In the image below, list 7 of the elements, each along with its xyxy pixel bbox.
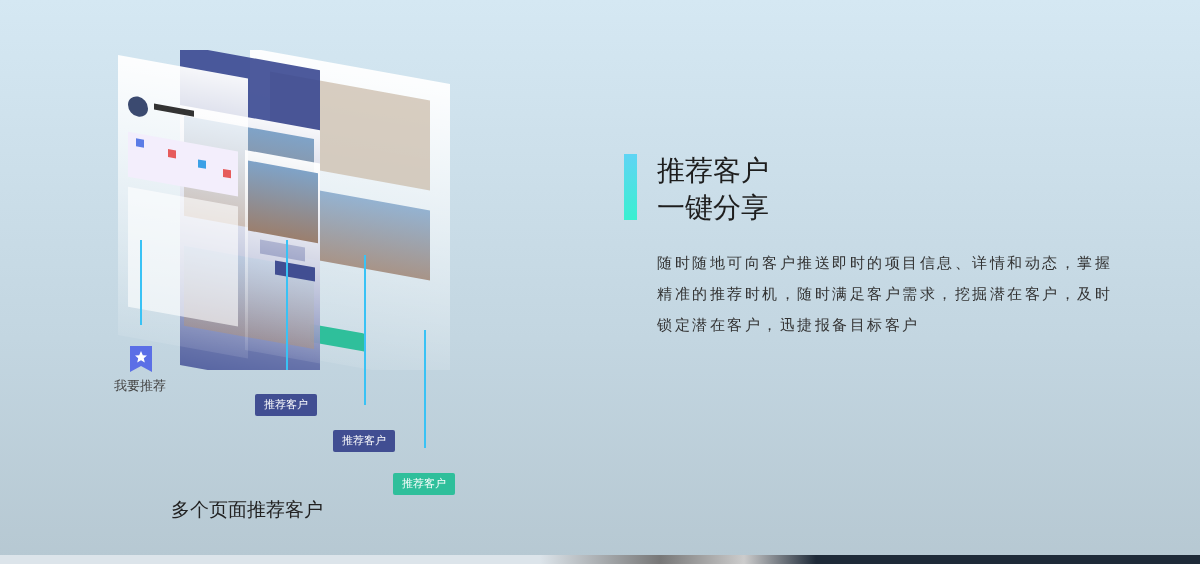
feature-description: 随时随地可向客户推送即时的项目信息、详情和动态，掌握精准的推荐时机，随时满足客户需求，挖掘潜在客户，及时锁定潜在客户，迅捷报备目标客户 — [657, 253, 1113, 336]
feature-title: 推荐客户 一键分享 — [657, 153, 769, 226]
recommend-tag: 推荐客户 — [255, 394, 317, 416]
icon-label: 我要推荐 — [114, 377, 166, 395]
recommend-tag: 推荐客户 — [393, 473, 455, 495]
caption: 多个页面推荐客户 — [171, 497, 323, 522]
recommend-tag: 推荐客户 — [333, 430, 395, 452]
